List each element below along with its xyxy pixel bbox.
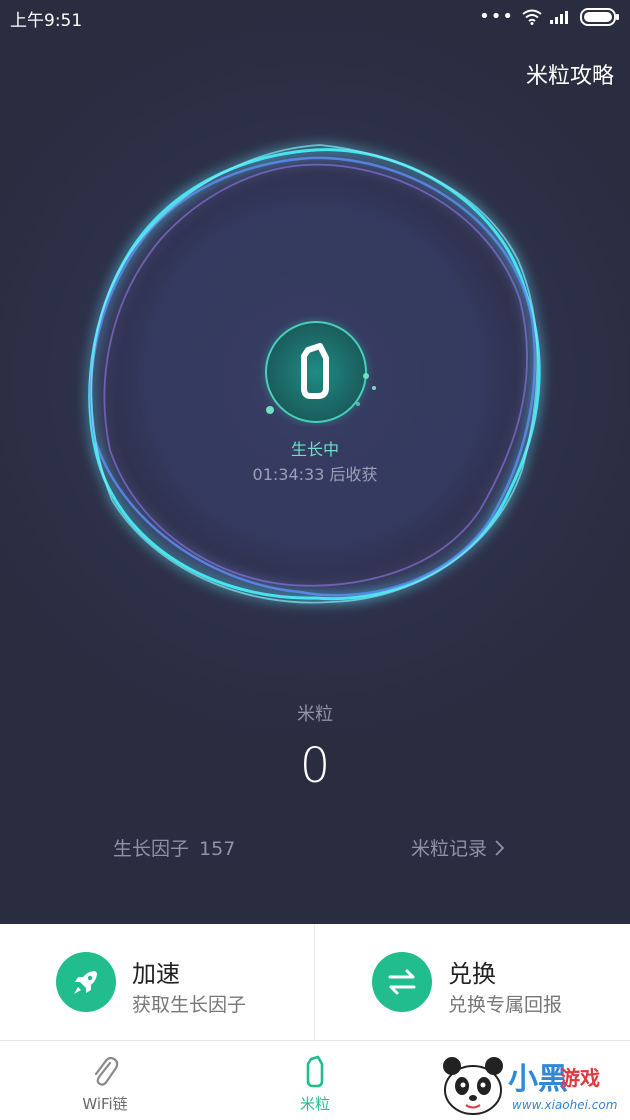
tab-grain-label: 米粒: [299, 1095, 330, 1113]
harvest-countdown: 01:34:33 后收获: [252, 465, 378, 484]
tab-grain[interactable]: 米粒: [250, 1041, 380, 1120]
grain-icon: [306, 1055, 324, 1088]
watermark-url: www.xiaohei.com: [512, 1098, 618, 1112]
seed-icon: [262, 318, 376, 426]
exchange-title: 兑换: [448, 960, 496, 988]
grain-record-link[interactable]: 米粒记录: [411, 834, 505, 861]
tab-wifi-chain[interactable]: WiFi链: [40, 1041, 170, 1120]
watermark-title: 小黑: [508, 1062, 568, 1097]
rocket-icon: [56, 952, 116, 1012]
exchange-icon: [372, 952, 432, 1012]
speed-up-title: 加速: [132, 960, 180, 988]
speed-up-subtitle: 获取生长因子: [132, 994, 247, 1016]
exchange-subtitle: 兑换专属回报: [448, 994, 563, 1016]
chevron-right-icon: [495, 839, 505, 856]
action-cards: 加速 获取生长因子 兑换 兑换专属回报: [0, 924, 630, 1041]
battery-icon: [580, 8, 619, 26]
paperclip-icon: [94, 1056, 119, 1086]
status-bar: 上午9:51 •••: [0, 0, 630, 34]
speed-up-button[interactable]: 加速 获取生长因子: [0, 924, 314, 1040]
growth-factor-label: 生长因子: [113, 838, 190, 860]
status-icons: •••: [479, 8, 620, 26]
guide-link[interactable]: 米粒攻略: [526, 58, 614, 90]
growth-factor: 生长因子 157: [113, 834, 235, 861]
panda-logo-icon: [443, 1057, 503, 1115]
status-time: 上午9:51: [10, 11, 83, 31]
more-dots-icon: •••: [479, 6, 514, 27]
exchange-button[interactable]: 兑换 兑换专属回报: [316, 924, 630, 1040]
signal-icon: [550, 11, 568, 24]
wifi-icon: [522, 9, 542, 25]
growth-state: 生长中: [290, 440, 339, 459]
grain-panel: 上午9:51 ••• 米粒攻略 生长中 01:34:33 后收获 米粒 0 生长…: [0, 0, 630, 924]
grain-value: 0: [299, 738, 331, 794]
growth-factor-value: 157: [199, 838, 236, 860]
tab-wifi-chain-label: WiFi链: [82, 1095, 128, 1113]
watermark: 小黑 游戏 www.xiaohei.com: [436, 1050, 626, 1118]
watermark-title2: 游戏: [560, 1066, 600, 1090]
grain-title: 米粒: [297, 704, 333, 725]
grain-record-label: 米粒记录: [411, 838, 488, 860]
action-divider: [314, 924, 315, 1040]
